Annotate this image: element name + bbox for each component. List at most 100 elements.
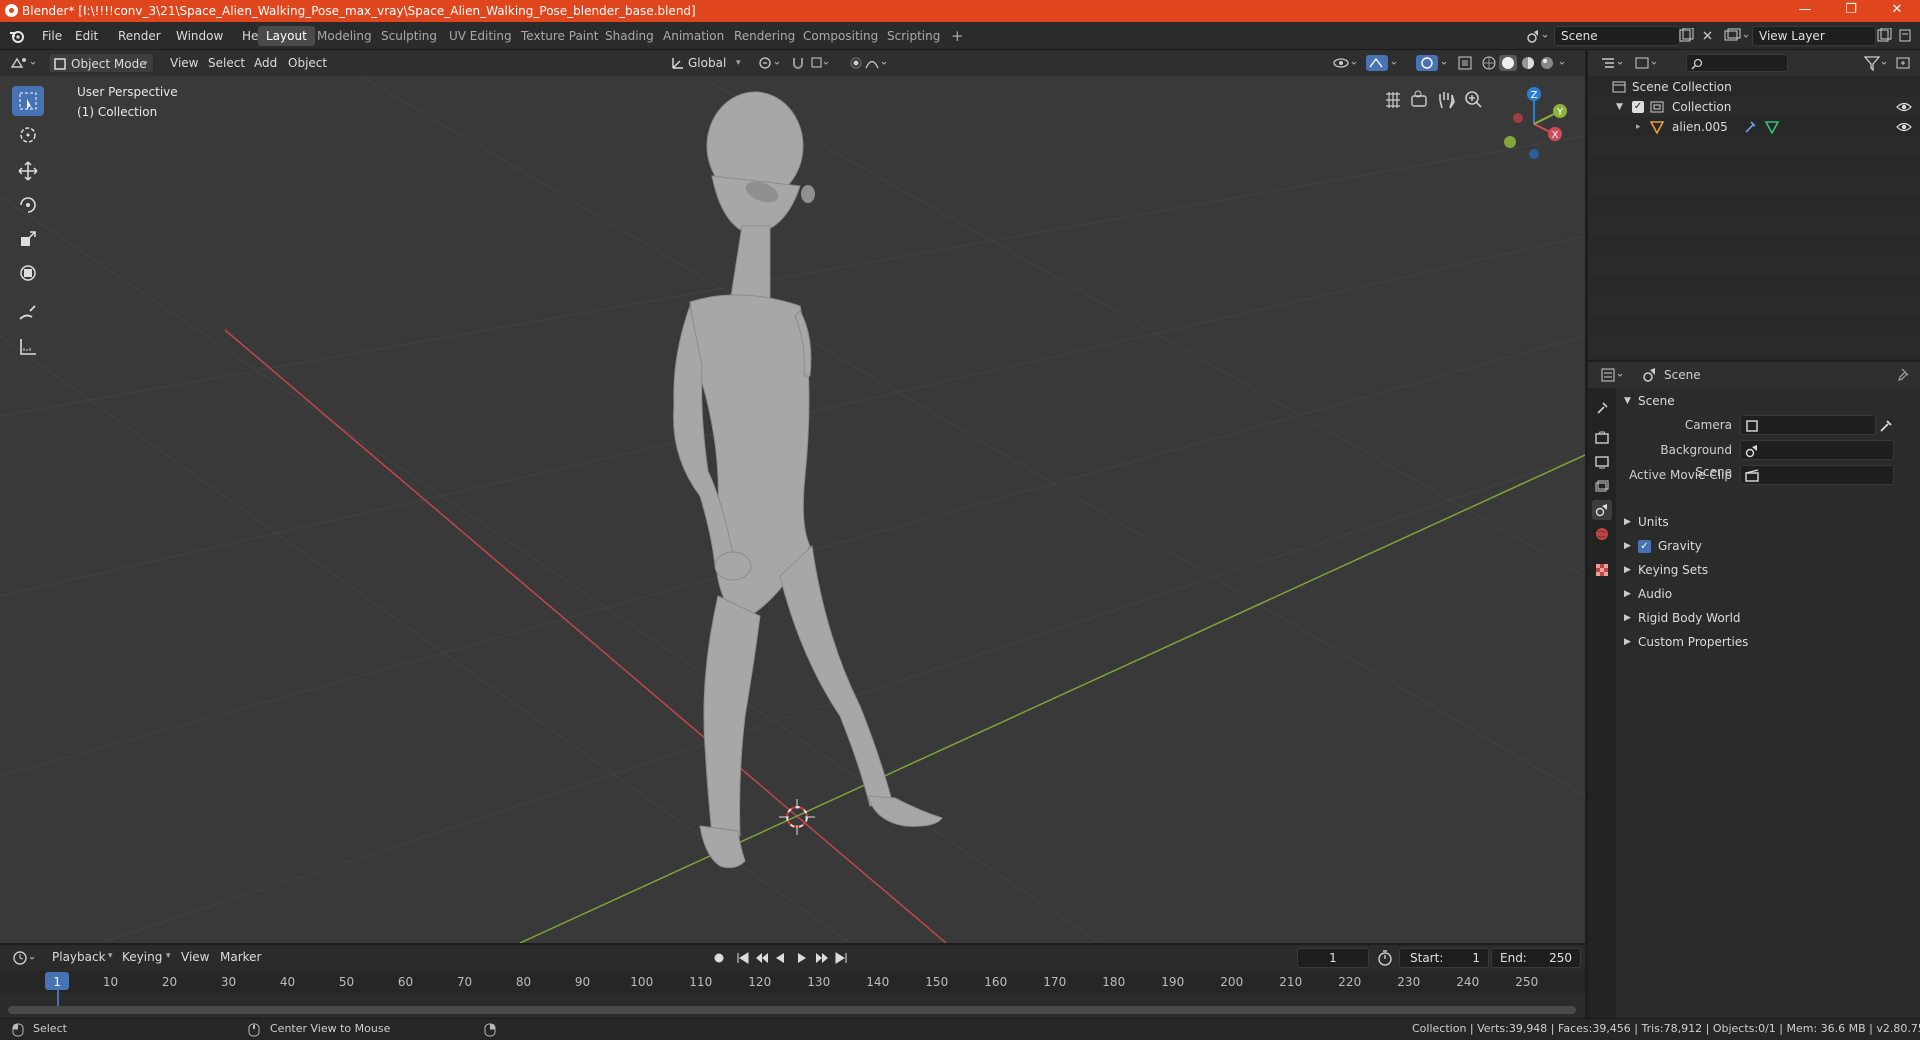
transform-tool[interactable] bbox=[12, 258, 44, 288]
active-movie-clip-field[interactable] bbox=[1740, 465, 1894, 485]
marker-menu[interactable]: Marker bbox=[214, 947, 267, 967]
visibility-eye-icon[interactable] bbox=[1896, 101, 1912, 113]
start-frame-field[interactable]: Start: 1 bbox=[1399, 948, 1489, 968]
playback-menu[interactable]: Playback bbox=[46, 947, 112, 967]
properties-editor-type-icon[interactable] bbox=[1600, 367, 1630, 383]
current-frame-field[interactable]: 1 bbox=[1297, 948, 1369, 968]
play-reverse-icon bbox=[776, 953, 784, 963]
viewport-shading-icons[interactable] bbox=[1332, 55, 1582, 71]
outliner-row-scene-collection[interactable]: Scene Collection bbox=[1588, 77, 1920, 97]
scene-type-icon[interactable] bbox=[1526, 28, 1550, 44]
minimize-button[interactable]: — bbox=[1782, 0, 1828, 22]
expand-collapse-icon[interactable]: ▼ bbox=[1616, 97, 1623, 117]
gizmo-x-label: X bbox=[1552, 130, 1559, 141]
outliner-empty-row bbox=[1588, 177, 1920, 197]
timeline-scrollbar[interactable] bbox=[8, 1006, 1576, 1014]
gravity-checkbox[interactable]: ✓ bbox=[1638, 540, 1651, 553]
select-box-tool[interactable] bbox=[12, 86, 44, 116]
eyedropper-icon[interactable] bbox=[1878, 418, 1894, 434]
rigid-body-world-panel-header[interactable]: ▶ Rigid Body World bbox=[1624, 607, 1916, 629]
navigation-buttons[interactable] bbox=[1382, 88, 1502, 112]
outliner-row-alien[interactable]: ▸ alien.005 bbox=[1588, 117, 1920, 137]
menu-file[interactable]: File bbox=[36, 27, 68, 45]
navigation-gizmo[interactable]: Z X Y bbox=[1496, 86, 1576, 166]
outliner-row-collection[interactable]: ▼ ✓ Collection bbox=[1588, 97, 1920, 117]
tab-layout[interactable]: Layout bbox=[258, 26, 315, 46]
tab-render[interactable] bbox=[1592, 428, 1612, 448]
filter-icon[interactable] bbox=[1863, 55, 1915, 71]
rotate-tool[interactable] bbox=[12, 190, 44, 220]
menu-object[interactable]: Object bbox=[282, 53, 333, 73]
timeline-editor-type-icon[interactable] bbox=[12, 950, 42, 966]
add-workspace-button[interactable]: + bbox=[943, 26, 972, 46]
collection-checkbox[interactable]: ✓ bbox=[1632, 101, 1644, 113]
view-layer-field[interactable]: View Layer bbox=[1752, 26, 1876, 46]
tab-rendering[interactable]: Rendering bbox=[726, 26, 803, 46]
stopwatch-icon[interactable] bbox=[1377, 950, 1393, 966]
end-frame-field[interactable]: End: 250 bbox=[1491, 948, 1581, 968]
tab-world[interactable] bbox=[1592, 524, 1612, 544]
move-tool[interactable] bbox=[12, 156, 44, 186]
annotate-tool[interactable] bbox=[12, 298, 44, 328]
menu-view[interactable]: View bbox=[164, 53, 204, 73]
scale-tool[interactable] bbox=[12, 224, 44, 254]
ruler-frame-1: 1 bbox=[53, 975, 62, 989]
custom-properties-panel-header[interactable]: ▶ Custom Properties bbox=[1624, 631, 1916, 653]
tab-animation[interactable]: Animation bbox=[655, 26, 732, 46]
object-mode-dropdown[interactable]: Object Mode ▾ bbox=[48, 53, 154, 73]
timeline-view-menu[interactable]: View bbox=[175, 947, 215, 967]
scene-panel-header[interactable]: ▼ Scene bbox=[1624, 390, 1916, 412]
tab-sculpting[interactable]: Sculpting bbox=[373, 26, 445, 46]
playback-controls[interactable] bbox=[710, 949, 856, 967]
close-button[interactable]: ✕ bbox=[1874, 0, 1920, 22]
tab-scene[interactable] bbox=[1592, 500, 1612, 520]
cursor-tool[interactable] bbox=[12, 120, 44, 150]
units-panel-header[interactable]: ▶ Units bbox=[1624, 511, 1916, 533]
tool-icon bbox=[1597, 402, 1608, 414]
scale-icon bbox=[21, 231, 36, 246]
scene-new-close-icons[interactable] bbox=[1678, 28, 1718, 44]
blender-menu-icon[interactable] bbox=[9, 28, 25, 44]
outliner-editor-type-icon[interactable] bbox=[1600, 55, 1664, 71]
camera-field[interactable] bbox=[1740, 415, 1876, 435]
tab-shading[interactable]: Shading bbox=[597, 26, 662, 46]
tab-tool[interactable] bbox=[1592, 398, 1612, 418]
outliner-search-input[interactable] bbox=[1686, 54, 1788, 72]
tab-scripting[interactable]: Scripting bbox=[879, 26, 948, 46]
menu-render[interactable]: Render bbox=[112, 27, 167, 45]
menu-edit[interactable]: Edit bbox=[69, 27, 104, 45]
audio-panel-header[interactable]: ▶ Audio bbox=[1624, 583, 1916, 605]
camera-label: Camera bbox=[1684, 418, 1732, 432]
tab-texture-paint[interactable]: Texture Paint bbox=[513, 26, 606, 46]
ruler-frame-210: 210 bbox=[1279, 975, 1303, 989]
tab-texture[interactable] bbox=[1592, 560, 1612, 580]
tab-view-layer[interactable] bbox=[1592, 476, 1612, 496]
editor-type-icon[interactable] bbox=[10, 55, 40, 71]
menu-add[interactable]: Add bbox=[248, 53, 283, 73]
maximize-button[interactable]: ❐ bbox=[1828, 0, 1874, 22]
transform-orientation-dropdown[interactable]: Global ▾ bbox=[668, 53, 748, 73]
tab-output[interactable] bbox=[1592, 452, 1612, 472]
view-layer-icon[interactable] bbox=[1724, 28, 1752, 44]
menu-select[interactable]: Select bbox=[202, 53, 251, 73]
background-scene-field[interactable] bbox=[1740, 440, 1894, 460]
scene-name-field[interactable]: Scene bbox=[1554, 26, 1680, 46]
gravity-panel-header[interactable]: ▶ ✓ Gravity bbox=[1624, 535, 1916, 557]
active-collection-label: (1) Collection bbox=[77, 105, 158, 119]
measure-tool[interactable] bbox=[12, 332, 44, 362]
tab-compositing[interactable]: Compositing bbox=[795, 26, 886, 46]
tab-uv-editing[interactable]: UV Editing bbox=[441, 26, 520, 46]
modifier-mesh-data-icons[interactable] bbox=[1744, 120, 1784, 134]
pin-icon[interactable] bbox=[1896, 367, 1912, 383]
3d-viewport[interactable]: User Perspective (1) Collection Z X Y bbox=[0, 76, 1585, 943]
expand-collapse-icon[interactable]: ▸ bbox=[1636, 117, 1641, 137]
snapping-proportional-icons[interactable] bbox=[756, 55, 896, 71]
panel-collapsed-icon: ▶ bbox=[1624, 613, 1631, 623]
ruler-frame-70: 70 bbox=[456, 975, 473, 989]
view-layer-new-close-icons[interactable] bbox=[1876, 28, 1916, 44]
visibility-eye-icon[interactable] bbox=[1896, 121, 1912, 133]
tab-modeling[interactable]: Modeling bbox=[309, 26, 380, 46]
menu-window[interactable]: Window bbox=[170, 27, 229, 45]
keying-sets-panel-header[interactable]: ▶ Keying Sets bbox=[1624, 559, 1916, 581]
keying-menu[interactable]: Keying bbox=[116, 947, 168, 967]
